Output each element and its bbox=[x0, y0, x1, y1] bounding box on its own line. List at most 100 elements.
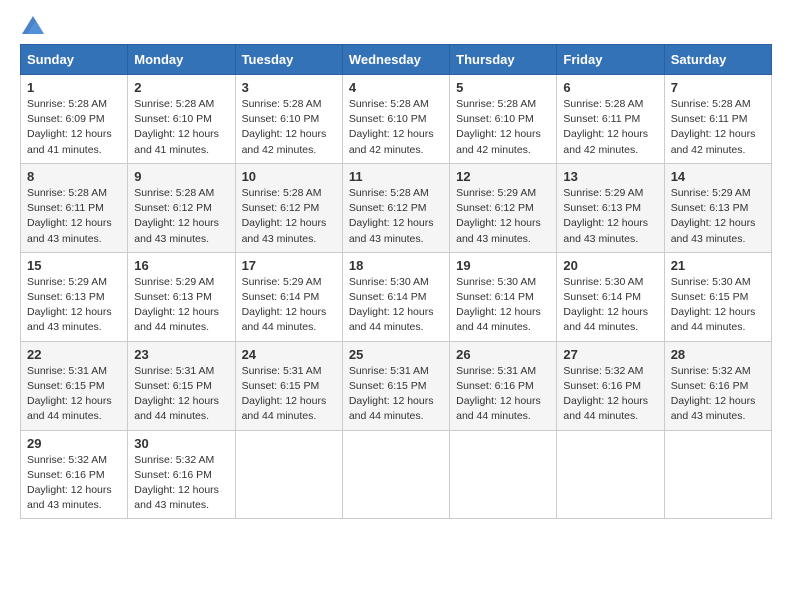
calendar-cell: 24 Sunrise: 5:31 AMSunset: 6:15 PMDaylig… bbox=[235, 341, 342, 430]
day-number: 11 bbox=[349, 169, 443, 184]
weekday-header-tuesday: Tuesday bbox=[235, 45, 342, 75]
weekday-header-monday: Monday bbox=[128, 45, 235, 75]
day-number: 20 bbox=[563, 258, 657, 273]
day-info: Sunrise: 5:29 AMSunset: 6:13 PMDaylight:… bbox=[563, 187, 648, 245]
calendar-cell bbox=[664, 430, 771, 519]
day-info: Sunrise: 5:31 AMSunset: 6:15 PMDaylight:… bbox=[134, 365, 219, 423]
day-number: 30 bbox=[134, 436, 228, 451]
day-number: 22 bbox=[27, 347, 121, 362]
calendar-week-row: 22 Sunrise: 5:31 AMSunset: 6:15 PMDaylig… bbox=[21, 341, 772, 430]
weekday-header-thursday: Thursday bbox=[450, 45, 557, 75]
day-number: 8 bbox=[27, 169, 121, 184]
day-number: 9 bbox=[134, 169, 228, 184]
day-info: Sunrise: 5:31 AMSunset: 6:16 PMDaylight:… bbox=[456, 365, 541, 423]
day-number: 23 bbox=[134, 347, 228, 362]
calendar-cell: 9 Sunrise: 5:28 AMSunset: 6:12 PMDayligh… bbox=[128, 163, 235, 252]
day-info: Sunrise: 5:31 AMSunset: 6:15 PMDaylight:… bbox=[349, 365, 434, 423]
weekday-header-wednesday: Wednesday bbox=[342, 45, 449, 75]
calendar-week-row: 1 Sunrise: 5:28 AMSunset: 6:09 PMDayligh… bbox=[21, 75, 772, 164]
day-info: Sunrise: 5:32 AMSunset: 6:16 PMDaylight:… bbox=[671, 365, 756, 423]
calendar-cell: 22 Sunrise: 5:31 AMSunset: 6:15 PMDaylig… bbox=[21, 341, 128, 430]
day-number: 16 bbox=[134, 258, 228, 273]
day-info: Sunrise: 5:31 AMSunset: 6:15 PMDaylight:… bbox=[27, 365, 112, 423]
calendar-cell: 2 Sunrise: 5:28 AMSunset: 6:10 PMDayligh… bbox=[128, 75, 235, 164]
calendar-cell: 30 Sunrise: 5:32 AMSunset: 6:16 PMDaylig… bbox=[128, 430, 235, 519]
day-info: Sunrise: 5:32 AMSunset: 6:16 PMDaylight:… bbox=[563, 365, 648, 423]
day-info: Sunrise: 5:28 AMSunset: 6:09 PMDaylight:… bbox=[27, 98, 112, 156]
day-info: Sunrise: 5:28 AMSunset: 6:12 PMDaylight:… bbox=[134, 187, 219, 245]
calendar-cell: 13 Sunrise: 5:29 AMSunset: 6:13 PMDaylig… bbox=[557, 163, 664, 252]
calendar-cell: 26 Sunrise: 5:31 AMSunset: 6:16 PMDaylig… bbox=[450, 341, 557, 430]
day-info: Sunrise: 5:28 AMSunset: 6:10 PMDaylight:… bbox=[349, 98, 434, 156]
calendar-cell: 16 Sunrise: 5:29 AMSunset: 6:13 PMDaylig… bbox=[128, 252, 235, 341]
day-number: 15 bbox=[27, 258, 121, 273]
day-number: 7 bbox=[671, 80, 765, 95]
day-number: 1 bbox=[27, 80, 121, 95]
calendar-cell: 23 Sunrise: 5:31 AMSunset: 6:15 PMDaylig… bbox=[128, 341, 235, 430]
weekday-header-sunday: Sunday bbox=[21, 45, 128, 75]
day-number: 3 bbox=[242, 80, 336, 95]
day-number: 21 bbox=[671, 258, 765, 273]
calendar-cell: 29 Sunrise: 5:32 AMSunset: 6:16 PMDaylig… bbox=[21, 430, 128, 519]
day-number: 17 bbox=[242, 258, 336, 273]
day-info: Sunrise: 5:28 AMSunset: 6:10 PMDaylight:… bbox=[242, 98, 327, 156]
calendar-cell: 1 Sunrise: 5:28 AMSunset: 6:09 PMDayligh… bbox=[21, 75, 128, 164]
day-info: Sunrise: 5:28 AMSunset: 6:11 PMDaylight:… bbox=[563, 98, 648, 156]
calendar-cell: 4 Sunrise: 5:28 AMSunset: 6:10 PMDayligh… bbox=[342, 75, 449, 164]
day-number: 26 bbox=[456, 347, 550, 362]
day-number: 24 bbox=[242, 347, 336, 362]
calendar-cell: 3 Sunrise: 5:28 AMSunset: 6:10 PMDayligh… bbox=[235, 75, 342, 164]
calendar-cell: 18 Sunrise: 5:30 AMSunset: 6:14 PMDaylig… bbox=[342, 252, 449, 341]
day-info: Sunrise: 5:28 AMSunset: 6:11 PMDaylight:… bbox=[671, 98, 756, 156]
day-info: Sunrise: 5:29 AMSunset: 6:13 PMDaylight:… bbox=[134, 276, 219, 334]
day-info: Sunrise: 5:30 AMSunset: 6:14 PMDaylight:… bbox=[456, 276, 541, 334]
day-info: Sunrise: 5:29 AMSunset: 6:13 PMDaylight:… bbox=[671, 187, 756, 245]
calendar-week-row: 29 Sunrise: 5:32 AMSunset: 6:16 PMDaylig… bbox=[21, 430, 772, 519]
calendar-cell: 19 Sunrise: 5:30 AMSunset: 6:14 PMDaylig… bbox=[450, 252, 557, 341]
calendar-cell bbox=[342, 430, 449, 519]
day-number: 28 bbox=[671, 347, 765, 362]
logo-icon bbox=[22, 16, 44, 34]
day-number: 2 bbox=[134, 80, 228, 95]
day-info: Sunrise: 5:28 AMSunset: 6:10 PMDaylight:… bbox=[134, 98, 219, 156]
day-number: 10 bbox=[242, 169, 336, 184]
calendar-cell: 15 Sunrise: 5:29 AMSunset: 6:13 PMDaylig… bbox=[21, 252, 128, 341]
day-number: 4 bbox=[349, 80, 443, 95]
day-info: Sunrise: 5:28 AMSunset: 6:10 PMDaylight:… bbox=[456, 98, 541, 156]
day-info: Sunrise: 5:29 AMSunset: 6:14 PMDaylight:… bbox=[242, 276, 327, 334]
logo bbox=[20, 16, 44, 34]
weekday-header-friday: Friday bbox=[557, 45, 664, 75]
header bbox=[20, 16, 772, 34]
day-info: Sunrise: 5:29 AMSunset: 6:13 PMDaylight:… bbox=[27, 276, 112, 334]
calendar-cell: 6 Sunrise: 5:28 AMSunset: 6:11 PMDayligh… bbox=[557, 75, 664, 164]
day-info: Sunrise: 5:28 AMSunset: 6:12 PMDaylight:… bbox=[349, 187, 434, 245]
day-info: Sunrise: 5:28 AMSunset: 6:11 PMDaylight:… bbox=[27, 187, 112, 245]
day-number: 12 bbox=[456, 169, 550, 184]
day-number: 14 bbox=[671, 169, 765, 184]
calendar-cell bbox=[557, 430, 664, 519]
day-number: 29 bbox=[27, 436, 121, 451]
calendar-cell: 12 Sunrise: 5:29 AMSunset: 6:12 PMDaylig… bbox=[450, 163, 557, 252]
calendar-cell: 10 Sunrise: 5:28 AMSunset: 6:12 PMDaylig… bbox=[235, 163, 342, 252]
day-number: 19 bbox=[456, 258, 550, 273]
calendar-cell: 17 Sunrise: 5:29 AMSunset: 6:14 PMDaylig… bbox=[235, 252, 342, 341]
day-info: Sunrise: 5:32 AMSunset: 6:16 PMDaylight:… bbox=[134, 454, 219, 512]
calendar-cell: 28 Sunrise: 5:32 AMSunset: 6:16 PMDaylig… bbox=[664, 341, 771, 430]
calendar: SundayMondayTuesdayWednesdayThursdayFrid… bbox=[20, 44, 772, 519]
day-number: 25 bbox=[349, 347, 443, 362]
calendar-cell: 20 Sunrise: 5:30 AMSunset: 6:14 PMDaylig… bbox=[557, 252, 664, 341]
calendar-week-row: 8 Sunrise: 5:28 AMSunset: 6:11 PMDayligh… bbox=[21, 163, 772, 252]
weekday-header-saturday: Saturday bbox=[664, 45, 771, 75]
day-number: 5 bbox=[456, 80, 550, 95]
calendar-cell bbox=[450, 430, 557, 519]
day-number: 6 bbox=[563, 80, 657, 95]
calendar-cell: 7 Sunrise: 5:28 AMSunset: 6:11 PMDayligh… bbox=[664, 75, 771, 164]
day-info: Sunrise: 5:32 AMSunset: 6:16 PMDaylight:… bbox=[27, 454, 112, 512]
day-number: 27 bbox=[563, 347, 657, 362]
calendar-cell: 8 Sunrise: 5:28 AMSunset: 6:11 PMDayligh… bbox=[21, 163, 128, 252]
day-info: Sunrise: 5:29 AMSunset: 6:12 PMDaylight:… bbox=[456, 187, 541, 245]
day-info: Sunrise: 5:31 AMSunset: 6:15 PMDaylight:… bbox=[242, 365, 327, 423]
calendar-cell: 27 Sunrise: 5:32 AMSunset: 6:16 PMDaylig… bbox=[557, 341, 664, 430]
calendar-cell: 14 Sunrise: 5:29 AMSunset: 6:13 PMDaylig… bbox=[664, 163, 771, 252]
calendar-week-row: 15 Sunrise: 5:29 AMSunset: 6:13 PMDaylig… bbox=[21, 252, 772, 341]
